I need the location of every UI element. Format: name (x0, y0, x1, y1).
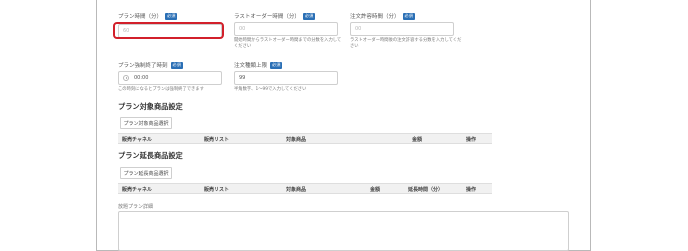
clock-icon (123, 75, 129, 81)
order-limit-help: 半角数字、1〜99で入力してください (234, 87, 307, 92)
forced-end-input[interactable]: 00:00 (118, 71, 222, 85)
column-header: 販売チャネル (122, 187, 152, 193)
column-header: 対象商品 (286, 137, 307, 143)
column-header: 金額 (370, 187, 381, 193)
order-allow-help: ラストオーダー時間後の注文許容する分数を入力してください (350, 38, 462, 49)
column-header: 延長時間（分） (408, 187, 444, 193)
details-textarea[interactable] (118, 211, 569, 251)
required-badge: 必須 (402, 12, 415, 20)
details-label: 放題プラン詳細 (118, 204, 154, 210)
last-order-input[interactable]: 00 (234, 22, 338, 36)
last-order-help: 開始時間からラストオーダー時間までの分数を入力してください (234, 38, 342, 49)
plan-time-label: プラン時間（分） 必須 (118, 12, 178, 20)
column-header: 対象商品 (286, 187, 307, 193)
column-header: 金額 (412, 137, 423, 143)
column-header: 販売リスト (204, 187, 230, 193)
order-allow-label: 注文許容時間（分） 必須 (350, 12, 415, 20)
column-header: 操作 (466, 137, 477, 143)
order-limit-label: 注文種類上限 必須 (234, 61, 283, 69)
highlight-box (113, 22, 224, 39)
order-allow-input[interactable]: 00 (350, 22, 454, 36)
forced-end-label: プラン強制終了時刻 必須 (118, 61, 183, 69)
column-header: 操作 (466, 187, 477, 193)
select-target-products-button[interactable]: プラン対象商品選択 (120, 117, 172, 129)
extension-products-table-header: 販売チャネル 販売リスト 対象商品 金額 延長時間（分） 操作 (118, 183, 492, 194)
target-products-title: プラン対象商品設定 (118, 102, 183, 111)
required-badge: 必須 (170, 61, 183, 69)
last-order-label: ラストオーダー時間（分） 必須 (234, 12, 316, 20)
page-background: プラン時間（分） 必須 60 ラストオーダー時間（分） 必須 00 開始時間から… (0, 0, 688, 251)
forced-end-help: この時刻になるとプランは強制終了できます (118, 87, 204, 92)
column-header: 販売リスト (204, 137, 230, 143)
extension-products-title: プラン延長商品設定 (118, 151, 183, 160)
target-products-table-header: 販売チャネル 販売リスト 対象商品 金額 操作 (118, 133, 492, 144)
required-badge: 必須 (302, 12, 316, 20)
required-badge: 必須 (270, 61, 283, 69)
column-header: 販売チャネル (122, 137, 152, 143)
order-limit-input[interactable]: 99 (234, 71, 338, 85)
select-extension-products-button[interactable]: プラン延長商品選択 (120, 167, 172, 179)
required-badge: 必須 (165, 12, 178, 20)
